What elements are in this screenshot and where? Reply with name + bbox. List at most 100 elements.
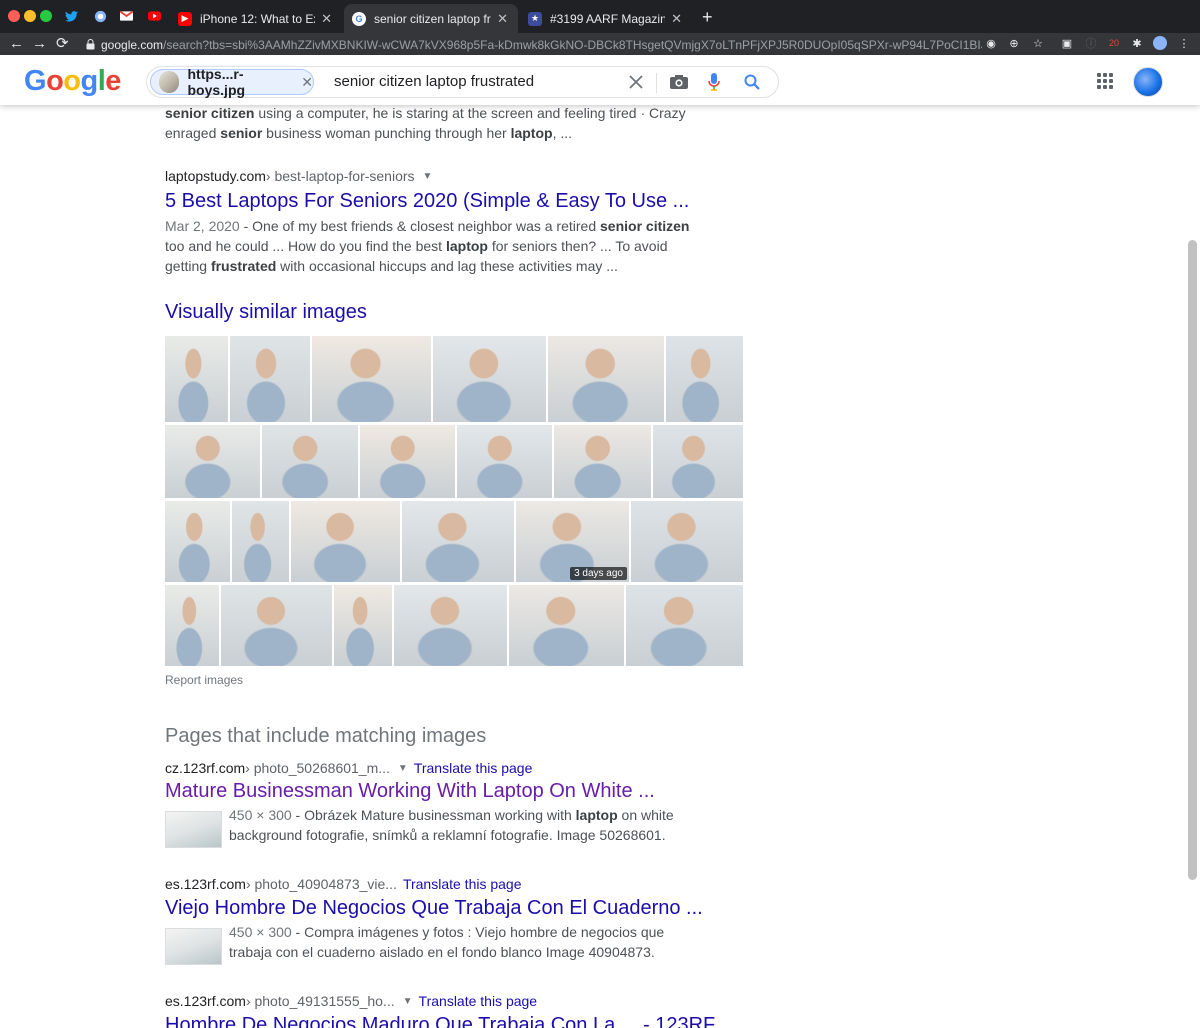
- google-icon: G: [352, 11, 366, 26]
- tab-aarf-magazine[interactable]: ★ #3199 AARF Magazine | Too Bu ✕: [520, 4, 692, 33]
- similar-image-thumbnail[interactable]: [433, 336, 546, 422]
- location-icon[interactable]: ◉: [984, 36, 998, 50]
- report-images-link[interactable]: Report images: [165, 673, 243, 687]
- similar-image-thumbnail[interactable]: [554, 425, 651, 498]
- new-tab-icon[interactable]: +: [702, 8, 713, 26]
- similar-image-thumbnail[interactable]: [666, 336, 743, 422]
- match-site: cz.123rf.com: [165, 760, 246, 776]
- chevron-down-icon[interactable]: ▼: [423, 171, 433, 182]
- match-title-link[interactable]: Viejo Hombre De Negocios Que Trabaja Con…: [165, 897, 703, 920]
- remove-image-icon[interactable]: ✕: [301, 74, 313, 91]
- minimize-window-button[interactable]: [24, 10, 36, 22]
- badge-extension-icon[interactable]: 20: [1107, 36, 1121, 50]
- chevron-down-icon[interactable]: ▼: [398, 763, 408, 774]
- pinned-tab-gmail-icon[interactable]: [118, 8, 134, 24]
- url-path: /search?tbs=sbi%3AAMhZZivMXBNKIW-wCWA7kV…: [163, 37, 982, 52]
- search-divider: [656, 73, 657, 93]
- translate-link[interactable]: Translate this page: [403, 876, 522, 892]
- result-cite[interactable]: laptopstudy.com › best-laptop-for-senior…: [165, 168, 432, 184]
- match-thumbnail[interactable]: [165, 811, 222, 848]
- search-image-chip[interactable]: https...r-boys.jpg ✕: [150, 66, 314, 98]
- chevron-down-icon[interactable]: ▼: [403, 996, 413, 1007]
- account-avatar[interactable]: [1133, 67, 1163, 97]
- page-scrollbar[interactable]: [1188, 240, 1197, 880]
- match-title-link[interactable]: Mature Businessman Working With Laptop O…: [165, 780, 655, 803]
- similar-image-thumbnail[interactable]: [291, 501, 400, 582]
- bookmark-star-icon[interactable]: ☆: [1031, 36, 1045, 50]
- similar-image-thumbnail[interactable]: [262, 425, 358, 498]
- search-box[interactable]: https...r-boys.jpg ✕ senior citizen lapt…: [146, 66, 779, 98]
- result-site: laptopstudy.com: [165, 168, 266, 184]
- similar-image-thumbnail[interactable]: [165, 585, 219, 666]
- match-cite[interactable]: cz.123rf.com › photo_50268601_m... ▼ Tra…: [165, 760, 532, 776]
- close-window-button[interactable]: [8, 10, 20, 22]
- pinned-tab-extension-icon[interactable]: [92, 8, 108, 24]
- tab-title: iPhone 12: What to Expect! - Yo: [200, 11, 315, 26]
- clear-search-icon[interactable]: [629, 72, 643, 92]
- extension-icon[interactable]: ⓘ: [1084, 36, 1098, 50]
- similar-image-thumbnail[interactable]: [165, 425, 260, 498]
- camera-search-icon[interactable]: [669, 72, 689, 92]
- match-site: es.123rf.com: [165, 876, 246, 892]
- visually-similar-heading[interactable]: Visually similar images: [165, 301, 367, 324]
- tab-google-search[interactable]: G senior citizen laptop frustrated ✕: [344, 4, 518, 33]
- camera-extension-icon[interactable]: ▣: [1060, 36, 1074, 50]
- similar-image-thumbnail[interactable]: 3 days ago: [516, 501, 629, 582]
- url-host: google.com: [101, 37, 164, 52]
- chrome-menu-icon[interactable]: ⋮: [1177, 36, 1191, 50]
- zoom-icon[interactable]: ⊕: [1007, 36, 1021, 50]
- similar-image-thumbnail[interactable]: [548, 336, 664, 422]
- similar-image-thumbnail[interactable]: [402, 501, 514, 582]
- similar-image-thumbnail[interactable]: [232, 501, 289, 582]
- match-path: › photo_49131555_ho...: [245, 993, 395, 1009]
- pinned-tab-youtube-icon[interactable]: [146, 8, 162, 24]
- match-cite[interactable]: es.123rf.com › photo_40904873_vie... Tra…: [165, 876, 522, 892]
- address-bar[interactable]: google.com/search?tbs=sbi%3AAMhZZivMXBNK…: [86, 36, 982, 53]
- similar-image-thumbnail[interactable]: [626, 585, 743, 666]
- lock-icon: [86, 39, 95, 50]
- profile-avatar-icon[interactable]: [1153, 36, 1167, 50]
- similar-image-thumbnail[interactable]: [457, 425, 552, 498]
- google-logo[interactable]: Google: [24, 65, 121, 98]
- matching-pages-heading: Pages that include matching images: [165, 725, 487, 747]
- search-image-thumbnail: [159, 71, 180, 93]
- reload-icon[interactable]: ⟳: [56, 35, 69, 53]
- close-tab-icon[interactable]: ✕: [321, 11, 332, 27]
- close-tab-icon[interactable]: ✕: [497, 11, 508, 27]
- similar-images-grid: 3 days ago: [165, 336, 743, 666]
- google-header: Google https...r-boys.jpg ✕ senior citiz…: [0, 55, 1200, 105]
- back-arrow-icon[interactable]: ←: [9, 35, 24, 53]
- similar-image-thumbnail[interactable]: [360, 425, 455, 498]
- match-dimensions: 450 × 300: [229, 924, 292, 940]
- similar-image-thumbnail[interactable]: [165, 336, 228, 422]
- match-cite[interactable]: es.123rf.com › photo_49131555_ho... ▼ Tr…: [165, 993, 537, 1009]
- image-age-badge: 3 days ago: [570, 567, 627, 580]
- similar-image-thumbnail[interactable]: [230, 336, 310, 422]
- tab-iphone-12[interactable]: ▶ iPhone 12: What to Expect! - Yo ✕: [170, 4, 342, 33]
- google-apps-icon[interactable]: [1097, 73, 1113, 89]
- similar-image-thumbnail[interactable]: [334, 585, 392, 666]
- similar-image-thumbnail[interactable]: [394, 585, 507, 666]
- search-icon[interactable]: [744, 72, 760, 92]
- similar-image-thumbnail[interactable]: [312, 336, 431, 422]
- similar-image-thumbnail[interactable]: [631, 501, 743, 582]
- result-title-link[interactable]: 5 Best Laptops For Seniors 2020 (Simple …: [165, 190, 689, 213]
- pinned-tab-twitter-icon[interactable]: [63, 8, 79, 24]
- translate-link[interactable]: Translate this page: [419, 993, 538, 1009]
- close-tab-icon[interactable]: ✕: [671, 11, 682, 27]
- translate-link[interactable]: Translate this page: [414, 760, 533, 776]
- microphone-icon[interactable]: [708, 72, 720, 92]
- extension-badge: 20: [1108, 38, 1119, 48]
- match-description: 450 × 300 - Obrázek Mature businessman w…: [229, 807, 674, 843]
- match-thumbnail[interactable]: [165, 928, 222, 965]
- similar-image-thumbnail[interactable]: [165, 501, 230, 582]
- search-input[interactable]: senior citizen laptop frustrated: [334, 73, 534, 90]
- similar-image-thumbnail[interactable]: [509, 585, 624, 666]
- match-title-link[interactable]: Hombre De Negocios Maduro Que Trabaja Co…: [165, 1014, 715, 1028]
- puzzle-extensions-icon[interactable]: ✱: [1130, 36, 1144, 50]
- search-results: senior citizen using a computer, he is s…: [0, 105, 1200, 1028]
- zoom-window-button[interactable]: [40, 10, 52, 22]
- similar-image-thumbnail[interactable]: [221, 585, 332, 666]
- similar-image-thumbnail[interactable]: [653, 425, 743, 498]
- forward-arrow-icon[interactable]: →: [32, 35, 47, 53]
